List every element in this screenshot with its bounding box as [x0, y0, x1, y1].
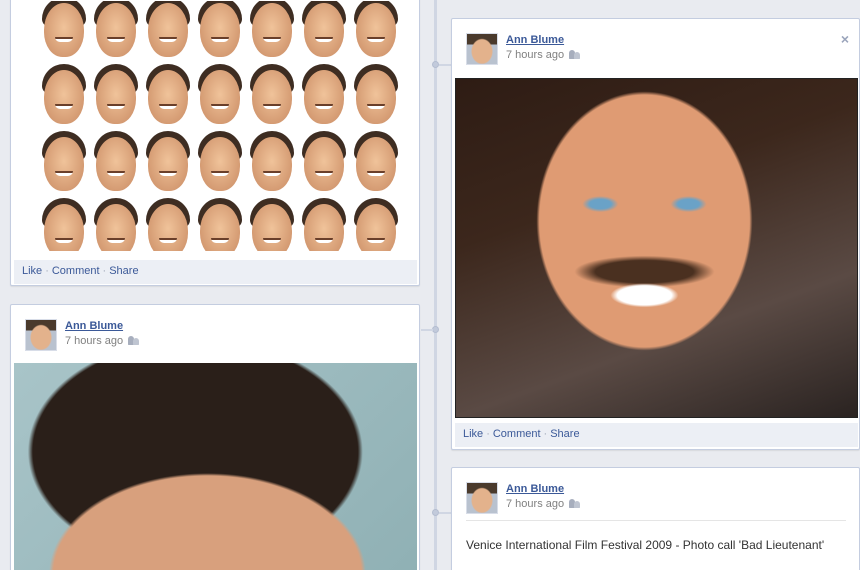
avatar[interactable]: [466, 33, 498, 65]
story-photo[interactable]: [14, 1, 416, 251]
face-thumbnail: [90, 1, 142, 64]
avatar[interactable]: [466, 482, 498, 514]
comment-link[interactable]: Comment: [493, 428, 541, 440]
face-thumbnail: [194, 64, 246, 131]
face-thumbnail: [298, 1, 350, 64]
timeline-dot: [432, 61, 439, 68]
timeline-dot: [432, 509, 439, 516]
face-thumbnail: [142, 131, 194, 198]
story-actions: Like · Comment · Share: [14, 260, 417, 284]
face-thumbnail: [298, 64, 350, 131]
share-link[interactable]: Share: [550, 428, 579, 440]
face-thumbnail: [90, 64, 142, 131]
face-thumbnail: [350, 64, 402, 131]
close-icon[interactable]: ×: [841, 31, 849, 47]
face-thumbnail: [194, 1, 246, 64]
author-name[interactable]: Ann Blume: [506, 34, 564, 46]
action-separator: ·: [486, 428, 490, 440]
action-separator: ·: [102, 265, 107, 277]
face-thumbnail: [194, 198, 246, 251]
face-thumbnail: [142, 64, 194, 131]
face-thumbnail: [142, 198, 194, 251]
author-name[interactable]: Ann Blume: [65, 320, 123, 332]
comment-link[interactable]: Comment: [52, 265, 100, 277]
face-thumbnail: [194, 131, 246, 198]
face-thumbnail: [90, 131, 142, 198]
timeline-spine: [434, 0, 437, 570]
face-thumbnail: [350, 1, 402, 64]
face-thumbnail: [246, 1, 298, 64]
friends-icon[interactable]: [569, 49, 581, 59]
divider: [466, 520, 846, 521]
story-meta: 7 hours ago: [506, 498, 581, 510]
face-grid-image: [38, 1, 402, 251]
face-thumbnail: [350, 198, 402, 251]
story-photo[interactable]: [455, 78, 858, 418]
like-link[interactable]: Like: [22, 265, 42, 277]
timeline-connector: [421, 329, 433, 331]
timestamp-link[interactable]: 7 hours ago: [506, 498, 564, 510]
timeline-story: Like · Comment · Share: [10, 0, 420, 286]
share-link[interactable]: Share: [109, 265, 138, 277]
like-link[interactable]: Like: [463, 428, 483, 440]
story-description: Venice International Film Festival 2009 …: [466, 538, 825, 552]
action-separator: ·: [45, 265, 49, 277]
face-thumbnail: [350, 131, 402, 198]
friends-icon[interactable]: [569, 498, 581, 508]
author-name[interactable]: Ann Blume: [506, 483, 564, 495]
story-meta: 7 hours ago: [506, 49, 581, 61]
face-thumbnail: [142, 1, 194, 64]
story-meta: 7 hours ago: [65, 335, 140, 347]
action-separator: ·: [543, 428, 548, 440]
friends-icon[interactable]: [128, 335, 140, 345]
timeline-story: Ann Blume 7 hours ago: [10, 304, 420, 570]
face-thumbnail: [38, 64, 90, 131]
face-thumbnail: [298, 131, 350, 198]
face-thumbnail: [246, 131, 298, 198]
story-actions: Like · Comment · Share: [455, 423, 858, 447]
face-thumbnail: [90, 198, 142, 251]
face-thumbnail: [246, 64, 298, 131]
avatar[interactable]: [25, 319, 57, 351]
timeline-story: Ann Blume 7 hours ago Venice Internation…: [451, 467, 860, 570]
story-photo[interactable]: [14, 363, 417, 570]
timeline-story: Ann Blume 7 hours ago × Like · Comment · Sha…: [451, 18, 860, 450]
timestamp-link[interactable]: 7 hours ago: [506, 49, 564, 61]
face-thumbnail: [38, 198, 90, 251]
face-thumbnail: [246, 198, 298, 251]
timeline-dot: [432, 326, 439, 333]
face-thumbnail: [38, 1, 90, 64]
face-thumbnail: [38, 131, 90, 198]
timestamp-link[interactable]: 7 hours ago: [65, 335, 123, 347]
face-thumbnail: [298, 198, 350, 251]
